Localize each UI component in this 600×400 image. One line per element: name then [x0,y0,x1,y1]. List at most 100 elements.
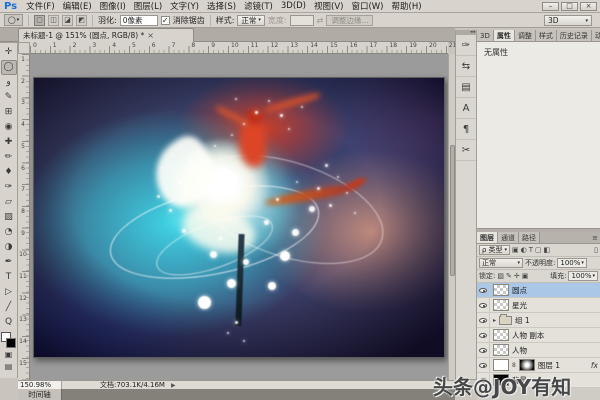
menu-item[interactable]: 帮助(H) [388,0,426,12]
filter-smart-objects-icon[interactable]: ◧ [544,246,551,254]
layer-visibility-eye-icon[interactable] [479,348,487,353]
close-tab-icon[interactable]: × [147,31,154,40]
opacity-field[interactable]: 100% ▾ [557,258,587,268]
layer-effects-badge[interactable]: fx [591,361,598,370]
menu-item[interactable]: 图像(I) [96,0,130,12]
minimize-button-icon[interactable]: – [542,2,559,11]
brush-tool-icon[interactable]: ✏ [1,150,17,165]
eraser-tool-icon[interactable]: ▱ [1,195,17,210]
menu-item[interactable]: 滤镜(T) [240,0,277,12]
line-tool-icon[interactable]: ╱ [1,300,17,315]
layer-row[interactable]: 人物 副本 [477,328,600,343]
history-brush-tool-icon[interactable]: ✑ [1,180,17,195]
new-selection-icon[interactable]: ▢ [34,15,45,26]
close-button-icon[interactable]: × [580,2,597,11]
subtract-selection-icon[interactable]: ◪ [62,15,73,26]
healing-brush-tool-icon[interactable]: ✚ [1,135,17,150]
swap-dimensions-icon[interactable]: ⇄ [317,16,324,25]
layer-thumbnail[interactable] [493,284,509,296]
menu-item[interactable]: 编辑(E) [59,0,96,12]
panel-tab[interactable]: 通道 [498,232,519,243]
panel-tab[interactable]: 路径 [519,232,540,243]
layer-row[interactable]: 圆点 [477,283,600,298]
paragraph-panel-icon[interactable]: ¶ [456,119,476,140]
panel-tab[interactable]: 动作 [592,30,600,41]
crop-tool-icon[interactable]: ⊞ [1,105,17,120]
panel-tab[interactable]: 样式 [536,30,557,41]
brush-presets-panel-icon[interactable]: ✑ [456,35,476,56]
fill-field[interactable]: 100% ▾ [568,271,598,281]
canvas-artwork[interactable] [33,77,445,358]
layer-visibility-eye-icon[interactable] [479,303,487,308]
filter-group-layers-icon[interactable]: ▢ [535,246,542,254]
menu-item[interactable]: 文字(Y) [166,0,203,12]
type-tool-icon[interactable]: T [1,270,17,285]
lock-transparent-icon[interactable]: ▨ [497,272,504,280]
workspace-select[interactable]: 3D ▾ [544,15,592,26]
layer-row[interactable]: 人物 [477,343,600,358]
filter-pixel-layers-icon[interactable]: ▣ [512,246,519,254]
menu-item[interactable]: 图层(L) [130,0,166,12]
panel-tab[interactable]: 历史记录 [557,30,592,41]
layer-mask-thumbnail[interactable] [519,359,535,371]
lock-pixels-icon[interactable]: ✎ [506,272,512,280]
clone-source-panel-icon[interactable]: ▤ [456,77,476,98]
blur-tool-icon[interactable]: ◔ [1,225,17,240]
menu-item[interactable]: 选择(S) [203,0,240,12]
elliptical-marquee-icon[interactable]: ◯▾ [4,14,23,26]
lock-all-icon[interactable]: ▣ [522,272,529,280]
panel-menu-icon[interactable]: ≡ [590,232,600,243]
pen-tool-icon[interactable]: ✒ [1,255,17,270]
blend-mode-select[interactable]: 正常 ▾ [479,258,523,268]
feather-input[interactable]: 0像素 [120,15,158,26]
menu-item[interactable]: 文件(F) [22,0,59,12]
marquee-tool-icon[interactable]: ◯ [1,60,17,75]
zoom-tool-icon[interactable]: Q [1,315,17,330]
measurement-panel-icon[interactable]: ✂ [456,140,476,161]
screen-mode-button[interactable]: ▤ [1,361,17,373]
document-tab[interactable]: 未标题-1 @ 151% (圆点, RGB/8) * × [18,28,194,42]
clone-stamp-tool-icon[interactable]: ♦ [1,165,17,180]
canvas-pasteboard[interactable] [30,54,448,380]
menu-item[interactable]: 3D(D) [277,1,310,11]
filter-adjustment-layers-icon[interactable]: ◐ [521,246,527,254]
layer-row[interactable]: ▸ 组 1 [477,313,600,328]
layer-thumbnail[interactable] [493,344,509,356]
layer-thumbnail[interactable] [499,316,512,325]
layer-row[interactable]: 星光 [477,298,600,313]
layer-visibility-eye-icon[interactable] [479,333,487,338]
lock-position-icon[interactable]: ✛ [514,272,520,280]
style-select[interactable]: 正常 ▾ [237,15,265,26]
quick-mask-button[interactable]: ▣ [1,349,17,361]
layer-thumbnail[interactable] [493,359,509,371]
filter-type-layers-icon[interactable]: T [529,246,533,254]
eyedropper-tool-icon[interactable]: ◉ [1,120,17,135]
group-expand-arrow-icon[interactable]: ▸ [493,317,496,324]
layer-visibility-eye-icon[interactable] [479,318,487,323]
vertical-scrollbar[interactable] [448,54,455,380]
menu-item[interactable]: 窗口(W) [347,0,387,12]
refine-edge-button[interactable]: 调整边缘... [326,15,373,26]
panel-tab[interactable]: 调整 [515,30,536,41]
status-options-arrow-icon[interactable]: ▶ [171,382,176,389]
gradient-tool-icon[interactable]: ▨ [1,210,17,225]
maximize-button-icon[interactable]: □ [561,2,578,11]
filter-toggle-icon[interactable]: ▯ [594,246,598,254]
layer-thumbnail[interactable] [493,299,509,311]
intersect-selection-icon[interactable]: ◩ [76,15,87,26]
antialias-checkbox[interactable]: ✓ [161,16,170,25]
panel-tab[interactable]: 图层 [477,232,498,243]
lasso-tool-icon[interactable]: و [1,75,17,90]
layer-visibility-eye-icon[interactable] [479,363,487,368]
layer-thumbnail[interactable] [493,329,509,341]
timeline-tab[interactable]: 时间轴 [18,389,62,400]
width-input[interactable] [290,15,314,26]
background-color-swatch[interactable] [6,338,16,348]
panel-tab[interactable]: 属性 [494,30,515,41]
tool-presets-panel-icon[interactable]: ⇆ [456,56,476,77]
path-select-tool-icon[interactable]: ▷ [1,285,17,300]
menu-item[interactable]: 视图(V) [310,0,347,12]
filter-type-select[interactable]: ρ 类型 ▾ [479,245,510,255]
zoom-level-field[interactable]: 150.98% [18,381,62,389]
add-selection-icon[interactable]: ◫ [48,15,59,26]
